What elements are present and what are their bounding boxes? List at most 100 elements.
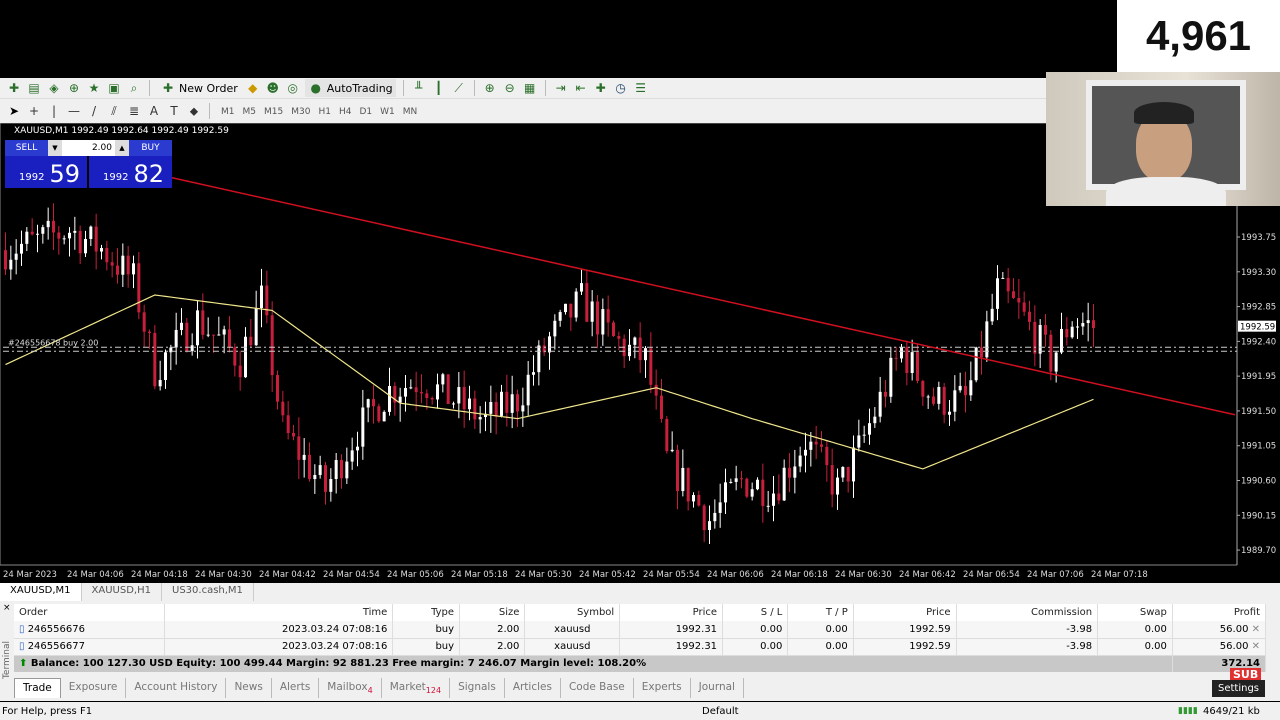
candlestick-icon[interactable]: ┃ <box>431 80 447 96</box>
time-tick-label: 24 Mar 04:06 <box>67 570 124 580</box>
equidistant-channel-icon[interactable]: ⫽ <box>106 103 122 119</box>
signals-icon[interactable]: ◎ <box>285 80 301 96</box>
bull-candle <box>548 336 551 353</box>
bull-candle <box>436 384 439 400</box>
text-icon[interactable]: A <box>146 103 162 119</box>
crosshair-icon[interactable]: + <box>26 103 42 119</box>
options-icon[interactable]: ☻ <box>265 80 281 96</box>
vertical-line-icon[interactable]: | <box>46 103 62 119</box>
bear-candle <box>964 385 967 396</box>
metaeditor-icon[interactable]: ◆ <box>245 80 261 96</box>
column-header[interactable]: Price <box>853 604 957 621</box>
terminal-tab-market[interactable]: Market124 <box>382 678 451 698</box>
chart-tab[interactable]: US30.cash,M1 <box>162 583 254 601</box>
cell-size: 2.00 <box>497 641 520 652</box>
navigator-icon[interactable]: ★ <box>86 80 102 96</box>
terminal-tab-code-base[interactable]: Code Base <box>561 678 634 698</box>
terminal-tab-news[interactable]: News <box>226 678 272 698</box>
close-terminal-icon[interactable]: × <box>3 603 11 613</box>
terminal-tab-exposure[interactable]: Exposure <box>61 678 127 698</box>
timeframe-w1[interactable]: W1 <box>376 107 399 117</box>
timeframe-m30[interactable]: M30 <box>287 107 314 117</box>
timeframe-m5[interactable]: M5 <box>239 107 261 117</box>
bull-candle <box>1038 325 1042 354</box>
time-tick-label: 24 Mar 04:30 <box>195 570 252 580</box>
bull-candle <box>1076 326 1079 328</box>
terminal-tab-alerts[interactable]: Alerts <box>272 678 320 698</box>
column-header[interactable]: Swap <box>1097 604 1173 621</box>
terminal-tab-experts[interactable]: Experts <box>634 678 691 698</box>
chart-tab[interactable]: XAUUSD,M1 <box>0 583 82 601</box>
market-watch-icon[interactable]: ◈ <box>46 80 62 96</box>
bull-candle <box>457 387 461 404</box>
column-header[interactable]: Order <box>14 604 165 621</box>
close-order-icon[interactable]: ✕ <box>1248 624 1260 635</box>
tile-windows-icon[interactable]: ▦ <box>522 80 538 96</box>
new-order-button[interactable]: ✚ New Order <box>157 79 241 97</box>
line-chart-icon[interactable]: ⟋ <box>451 80 467 96</box>
buy-button[interactable]: BUY <box>129 140 172 156</box>
column-header[interactable]: T / P <box>787 604 854 621</box>
terminal-tab-mailbox[interactable]: Mailbox4 <box>319 678 382 698</box>
text-label-icon[interactable]: T <box>166 103 182 119</box>
column-header[interactable]: Type <box>392 604 461 621</box>
column-header[interactable]: Size <box>459 604 526 621</box>
cursor-icon[interactable]: ➤ <box>6 103 22 119</box>
bull-candle <box>852 447 855 482</box>
autotrading-button[interactable]: ● AutoTrading <box>304 79 396 97</box>
buy-price-small: 1992 <box>103 172 129 183</box>
cell-profit: 56.00 <box>1219 641 1249 652</box>
column-header[interactable]: Commission <box>956 604 1099 621</box>
periods-icon[interactable]: ◷ <box>613 80 629 96</box>
bear-candle <box>297 436 301 460</box>
fibonacci-icon[interactable]: ≣ <box>126 103 142 119</box>
indicators-icon[interactable]: ✚ <box>593 80 609 96</box>
terminal-tab-articles[interactable]: Articles <box>505 678 561 698</box>
lot-size-input[interactable]: 2.00 <box>62 140 115 156</box>
close-order-icon[interactable]: ✕ <box>1248 641 1260 652</box>
bull-candle <box>350 450 354 462</box>
lot-increase-button[interactable]: ▲ <box>115 140 129 156</box>
terminal-tab-trade[interactable]: Trade <box>14 678 61 698</box>
bar-chart-icon[interactable]: ╨ <box>411 80 427 96</box>
autoscroll-icon[interactable]: ⇥ <box>553 80 569 96</box>
terminal-tab-signals[interactable]: Signals <box>450 678 505 698</box>
bear-candle <box>430 397 434 400</box>
timeframe-mn[interactable]: MN <box>399 107 422 117</box>
column-header[interactable]: Symbol <box>524 604 621 621</box>
table-row[interactable]: ▯ 246556677 2023.03.24 07:08:16 buy 2.00 xau… <box>14 638 1267 656</box>
profiles-icon[interactable]: ▤ <box>26 80 42 96</box>
cell-symbol: xauusd <box>554 623 591 635</box>
sell-price[interactable]: 1992 59 <box>5 156 87 188</box>
column-header[interactable]: Price <box>619 604 724 621</box>
timeframe-m1[interactable]: M1 <box>217 107 239 117</box>
bear-candle <box>1049 334 1053 372</box>
timeframe-h4[interactable]: H4 <box>335 107 356 117</box>
column-header[interactable]: Profit <box>1172 604 1267 621</box>
terminal-tab-journal[interactable]: Journal <box>691 678 744 698</box>
data-window-icon[interactable]: ⊕ <box>66 80 82 96</box>
bull-candle <box>36 233 39 235</box>
lot-decrease-button[interactable]: ▼ <box>48 140 62 156</box>
column-header[interactable]: S / L <box>722 604 789 621</box>
table-row[interactable]: ▯ 246556676 2023.03.24 07:08:16 buy 2.00 xau… <box>14 621 1267 639</box>
chart-shift-icon[interactable]: ⇤ <box>573 80 589 96</box>
arrows-icon[interactable]: ⬥ <box>186 103 202 119</box>
chart-tab[interactable]: XAUUSD,H1 <box>82 583 162 601</box>
terminal-icon[interactable]: ▣ <box>106 80 122 96</box>
templates-icon[interactable]: ☰ <box>633 80 649 96</box>
strategy-tester-icon[interactable]: ⌕ <box>126 80 142 96</box>
trendline-icon[interactable]: / <box>86 103 102 119</box>
column-header[interactable]: Time <box>164 604 394 621</box>
sell-button[interactable]: SELL <box>5 140 48 156</box>
horizontal-line-icon[interactable]: — <box>66 103 82 119</box>
zoom-out-icon[interactable]: ⊖ <box>502 80 518 96</box>
timeframe-d1[interactable]: D1 <box>355 107 376 117</box>
terminal-tab-account-history[interactable]: Account History <box>126 678 227 698</box>
timeframe-h1[interactable]: H1 <box>314 107 335 117</box>
new-chart-icon[interactable]: ✚ <box>6 80 22 96</box>
price-tick-label: 1992.85 <box>1241 303 1276 313</box>
zoom-in-icon[interactable]: ⊕ <box>482 80 498 96</box>
timeframe-m15[interactable]: M15 <box>260 107 287 117</box>
buy-price[interactable]: 1992 82 <box>89 156 172 188</box>
